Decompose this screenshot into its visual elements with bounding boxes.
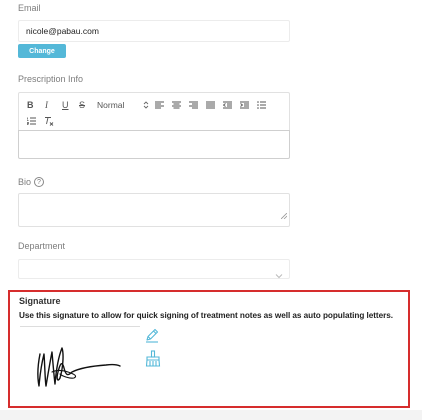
align-right-icon[interactable] (189, 101, 198, 109)
select-arrows-icon (143, 100, 149, 110)
page-footer-strip (0, 410, 422, 420)
broom-icon[interactable] (144, 350, 162, 373)
align-left-icon[interactable] (155, 101, 164, 109)
signature-section: Signature Use this signature to allow fo… (8, 290, 410, 408)
bio-textarea[interactable] (18, 193, 290, 227)
help-icon[interactable]: ? (34, 177, 44, 187)
pencil-icon[interactable] (144, 327, 160, 348)
strike-button[interactable]: S (79, 100, 85, 110)
signature-image (37, 347, 121, 387)
outdent-icon[interactable] (223, 101, 232, 109)
resize-handle-icon[interactable] (280, 206, 288, 224)
clear-format-icon[interactable] (44, 116, 54, 126)
signature-description: Use this signature to allow for quick si… (19, 311, 393, 320)
italic-button[interactable]: I (45, 100, 48, 110)
bullet-list-icon[interactable] (257, 101, 266, 109)
rich-text-toolbar: B I U S Normal (18, 92, 290, 130)
prescription-info-label: Prescription Info (18, 74, 84, 84)
align-center-icon[interactable] (172, 101, 181, 109)
align-justify-icon[interactable] (206, 101, 215, 109)
signature-title: Signature (19, 296, 61, 306)
email-field[interactable]: nicole@pabau.com (18, 20, 290, 42)
format-select[interactable]: Normal (97, 100, 124, 110)
change-email-button[interactable]: Change (18, 44, 66, 58)
indent-icon[interactable] (240, 101, 249, 109)
prescription-info-editor[interactable] (18, 130, 290, 159)
email-label: Email (18, 3, 41, 13)
department-select[interactable] (18, 259, 290, 279)
email-value: nicole@pabau.com (26, 26, 99, 36)
bold-button[interactable]: B (27, 100, 34, 110)
department-label: Department (18, 241, 66, 251)
numbered-list-icon[interactable] (27, 117, 36, 125)
underline-button[interactable]: U (62, 100, 69, 110)
bio-label: Bio (18, 177, 32, 187)
chevron-down-icon (275, 266, 283, 284)
